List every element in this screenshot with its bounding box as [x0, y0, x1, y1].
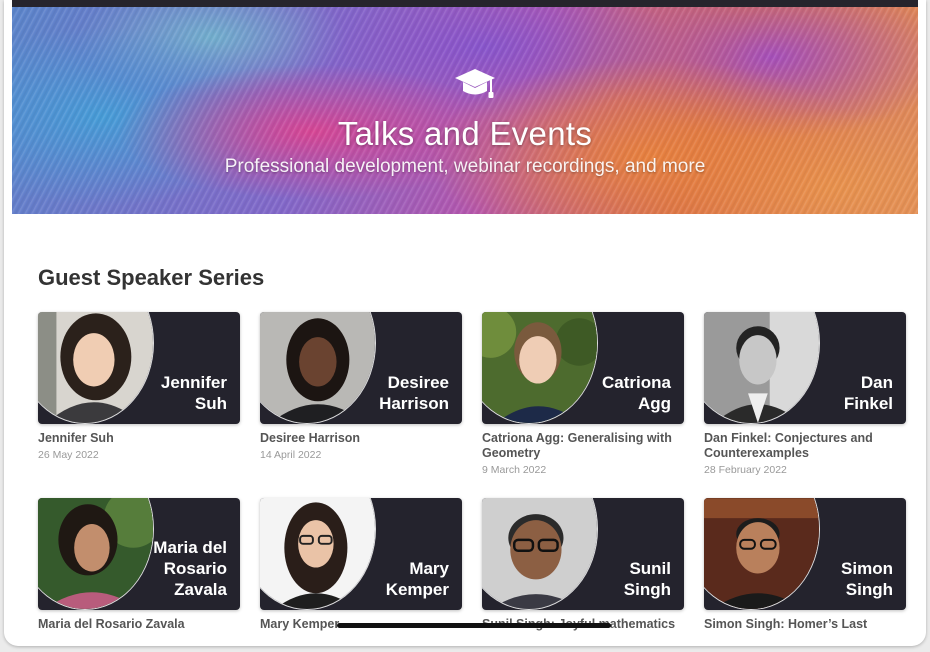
card-title[interactable]: Desiree Harrison — [260, 431, 462, 446]
card-speaker-name: Sunil Singh — [561, 558, 671, 600]
hero-shade — [12, 7, 918, 214]
speaker-card-desiree-harrison[interactable]: Desiree Harrison Desiree Harrison 14 Apr… — [260, 312, 462, 461]
card-date: 28 February 2022 — [704, 464, 787, 476]
card-thumbnail[interactable]: Sunil Singh — [482, 498, 684, 610]
name-line: Sunil — [629, 559, 671, 578]
name-line: Catriona — [602, 373, 671, 392]
card-title[interactable]: Catriona Agg: Generalising with Geometry — [482, 431, 684, 461]
card-thumbnail[interactable]: Desiree Harrison — [260, 312, 462, 424]
speaker-card-maria-del-rosario-zavala[interactable]: Maria del Rosario Zavala Maria del Rosar… — [38, 498, 240, 632]
card-speaker-name: Desiree Harrison — [339, 372, 449, 414]
card-title[interactable]: Simon Singh: Homer’s Last — [704, 617, 906, 632]
speaker-card-dan-finkel[interactable]: Dan Finkel Dan Finkel: Conjectures and C… — [704, 312, 906, 476]
speaker-card-mary-kemper[interactable]: Mary Kemper Mary Kemper — [260, 498, 462, 632]
card-speaker-name: Maria del Rosario Zavala — [117, 537, 227, 600]
name-line: Rosario — [163, 559, 227, 578]
speaker-card-sunil-singh[interactable]: Sunil Singh Sunil Singh: Joyful mathemat… — [482, 498, 684, 632]
top-bar — [12, 0, 918, 7]
name-line: Zavala — [174, 580, 227, 599]
name-line: Finkel — [843, 394, 893, 413]
name-line: Singh — [845, 580, 893, 599]
card-thumbnail[interactable]: Simon Singh — [704, 498, 906, 610]
name-line: Singh — [623, 580, 671, 599]
name-line: Mary — [409, 559, 449, 578]
card-speaker-name: Jennifer Suh — [117, 372, 227, 414]
name-line: Suh — [194, 394, 227, 413]
hero-subtitle: Professional development, webinar record… — [224, 156, 706, 177]
name-line: Agg — [637, 394, 671, 413]
speaker-card-catriona-agg[interactable]: Catriona Agg Catriona Agg: Generalising … — [482, 312, 684, 476]
card-date: 26 May 2022 — [38, 449, 99, 461]
name-line: Maria del — [153, 538, 227, 557]
card-title[interactable]: Maria del Rosario Zavala — [38, 617, 240, 632]
card-speaker-name: Dan Finkel — [783, 372, 893, 414]
hero-banner: Talks and Events Professional developmen… — [12, 7, 918, 214]
speaker-card-simon-singh[interactable]: Simon Singh Simon Singh: Homer’s Last — [704, 498, 906, 632]
section-title: Guest Speaker Series — [38, 265, 265, 290]
card-speaker-name: Mary Kemper — [339, 558, 449, 600]
card-thumbnail[interactable]: Catriona Agg — [482, 312, 684, 424]
card-date: 14 April 2022 — [260, 449, 322, 461]
page-frame: Talks and Events Professional developmen… — [4, 0, 926, 646]
name-line: Desiree — [387, 373, 449, 392]
card-date: 9 March 2022 — [482, 464, 547, 476]
hero-title: Talks and Events — [337, 115, 593, 152]
card-speaker-name: Catriona Agg — [561, 372, 671, 414]
speaker-card-jennifer-suh[interactable]: Jennifer Suh Jennifer Suh 26 May 2022 — [38, 312, 240, 461]
card-thumbnail[interactable]: Maria del Rosario Zavala — [38, 498, 240, 610]
card-title[interactable]: Jennifer Suh — [38, 431, 240, 446]
card-title[interactable]: Dan Finkel: Conjectures and Counterexamp… — [704, 431, 906, 461]
card-speaker-name: Simon Singh — [783, 558, 893, 600]
card-thumbnail[interactable]: Dan Finkel — [704, 312, 906, 424]
name-line: Harrison — [379, 394, 449, 413]
scroll-indicator[interactable] — [337, 623, 611, 628]
name-line: Dan — [860, 373, 893, 392]
card-thumbnail[interactable]: Jennifer Suh — [38, 312, 240, 424]
graduation-cap-icon — [455, 69, 495, 98]
name-line: Simon — [841, 559, 893, 578]
name-line: Kemper — [385, 580, 449, 599]
card-thumbnail[interactable]: Mary Kemper — [260, 498, 462, 610]
name-line: Jennifer — [160, 373, 227, 392]
